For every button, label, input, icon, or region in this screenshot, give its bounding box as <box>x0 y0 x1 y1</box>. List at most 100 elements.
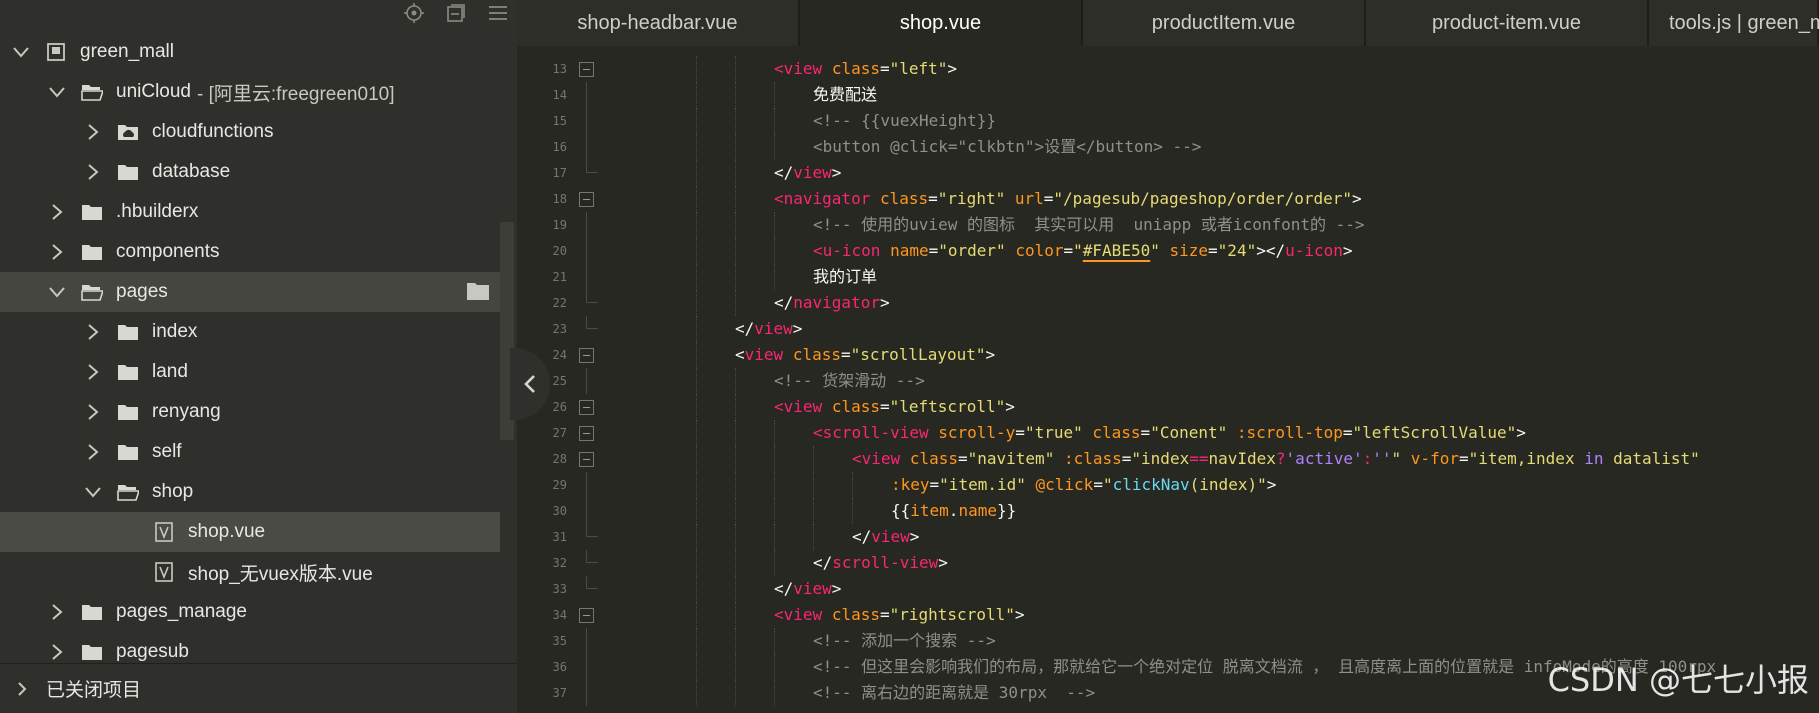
code-line[interactable]: 28 <view class="navitem" :class="index==n… <box>517 446 1819 472</box>
code-token: > <box>985 345 996 364</box>
indent-guide <box>774 238 775 264</box>
fold-toggle-icon[interactable] <box>579 192 594 207</box>
indent-guide <box>735 680 736 706</box>
code-line[interactable]: 26 <view class="leftscroll"> <box>517 394 1819 420</box>
tree-item[interactable]: components <box>0 232 500 272</box>
tree-item[interactable]: pages <box>0 272 500 312</box>
code-line[interactable]: 16 <button @click="clkbtn">设置</button> --… <box>517 134 1819 160</box>
code-line[interactable]: 23 </view> <box>517 316 1819 342</box>
chevron-right-icon[interactable] <box>46 641 68 663</box>
chevron-right-icon[interactable] <box>82 401 104 423</box>
code-line[interactable]: 27 <scroll-view scroll-y="true" class="Co… <box>517 420 1819 446</box>
editor-tab[interactable]: shop-headbar.vue <box>517 0 800 46</box>
chevron-down-icon[interactable] <box>82 481 104 503</box>
fold-toggle-icon[interactable] <box>579 348 594 363</box>
indent-guide <box>735 160 736 186</box>
fold-toggle-icon[interactable] <box>579 426 594 441</box>
indent-guide <box>696 524 697 550</box>
code-token: <u-icon <box>813 241 881 260</box>
code-line[interactable]: 29:key="item.id" @click="clickNav(index)… <box>517 472 1819 498</box>
indent-guide <box>774 498 775 524</box>
tree-item[interactable]: shop_无vuex版本.vue <box>0 552 500 592</box>
code-editor[interactable]: shop-headbar.vue shop.vue productItem.vue p… <box>517 0 1819 713</box>
editor-tab[interactable]: product-item.vue <box>1366 0 1649 46</box>
editor-tab[interactable]: shop.vue <box>800 0 1083 46</box>
folder-action-icon[interactable] <box>466 281 490 307</box>
locate-icon[interactable] <box>403 2 425 24</box>
code-line[interactable]: 32 </scroll-view> <box>517 550 1819 576</box>
tree-item[interactable]: uniCloud - [阿里云:freegreen010] <box>0 72 500 112</box>
tree-item[interactable]: green_mall <box>0 32 500 72</box>
code-line[interactable]: 19 <!-- 使用的uview 的图标 其实可以用 uniapp 或者iconf… <box>517 212 1819 238</box>
tree-item[interactable]: shop.vue <box>0 512 500 552</box>
code-token: = <box>1063 241 1074 260</box>
chevron-right-icon[interactable] <box>82 121 104 143</box>
code-line[interactable]: 31 </view> <box>517 524 1819 550</box>
chevron-right-icon[interactable] <box>82 321 104 343</box>
code-line[interactable]: 14 免费配送 <box>517 82 1819 108</box>
tree-item[interactable]: database <box>0 152 500 192</box>
line-number: 37 <box>552 686 567 700</box>
line-number: 20 <box>552 244 567 258</box>
code-line[interactable]: 15 <!-- {{vuexHeight}} <box>517 108 1819 134</box>
tree-item[interactable]: shop <box>0 472 500 512</box>
code-line[interactable]: 18 <navigator class="right" url="/pagesub… <box>517 186 1819 212</box>
code-token: </ <box>735 319 755 338</box>
tree-item[interactable]: pages_manage <box>0 592 500 632</box>
code-token: class <box>1092 423 1141 442</box>
code-token: = <box>879 59 890 78</box>
code-line[interactable]: 35 <!-- 添加一个搜索 --> <box>517 628 1819 654</box>
fold-toggle-icon[interactable] <box>579 400 594 415</box>
line-number: 17 <box>552 166 567 180</box>
tree-item[interactable]: cloudfunctions <box>0 112 500 152</box>
collapse-all-icon[interactable] <box>445 2 467 24</box>
code-line[interactable]: 33 </view> <box>517 576 1819 602</box>
fold-end-marker <box>586 290 598 303</box>
tree-item[interactable]: self <box>0 432 500 472</box>
chevron-down-icon[interactable] <box>46 81 68 103</box>
tree-item[interactable]: renyang <box>0 392 500 432</box>
indent-guide <box>774 82 775 108</box>
editor-tab-bar: shop-headbar.vue shop.vue productItem.vue p… <box>517 0 1819 46</box>
tree-item[interactable]: land <box>0 352 500 392</box>
code-line[interactable]: 25 <!-- 货架滑动 --> <box>517 368 1819 394</box>
code-token: scroll-y <box>938 423 1016 442</box>
menu-icon[interactable] <box>487 2 509 24</box>
code-area[interactable]: 13 <view class="left"> 14 免费配送 15 <!-- {{vuex… <box>517 56 1819 706</box>
indent-guide <box>696 654 697 680</box>
chevron-right-icon[interactable] <box>46 601 68 623</box>
fold-toggle-icon[interactable] <box>579 452 594 467</box>
chevron-right-icon[interactable] <box>82 361 104 383</box>
chevron-right-icon[interactable] <box>46 241 68 263</box>
code-line[interactable]: 22 </navigator> <box>517 290 1819 316</box>
folder-icon <box>116 441 140 463</box>
indent-guide <box>813 498 814 524</box>
code-line[interactable]: 21 我的订单 <box>517 264 1819 290</box>
code-line[interactable]: 17 </view> <box>517 160 1819 186</box>
indent-guide <box>852 498 853 524</box>
indent-guide <box>735 420 736 446</box>
editor-tab[interactable]: productItem.vue <box>1083 0 1366 46</box>
code-token: </ <box>774 579 794 598</box>
fold-toggle-icon[interactable] <box>579 62 594 77</box>
code-token: "/pagesub/pageshop/order/order" <box>1053 189 1353 208</box>
code-line[interactable]: 20 <u-icon name="order" color="#FABE50" s… <box>517 238 1819 264</box>
fold-toggle-icon[interactable] <box>579 608 594 623</box>
chevron-right-icon[interactable] <box>46 201 68 223</box>
code-line[interactable]: 34 <view class="rightscroll"> <box>517 602 1819 628</box>
editor-tab[interactable]: tools.js | green_m <box>1649 0 1819 46</box>
indent-guide <box>735 186 736 212</box>
closed-projects-section[interactable]: 已关闭项目 <box>0 663 517 713</box>
chevron-down-icon[interactable] <box>46 281 68 303</box>
code-line[interactable]: 24 <view class="scrollLayout"> <box>517 342 1819 368</box>
chevron-right-icon[interactable] <box>82 161 104 183</box>
chevron-down-icon[interactable] <box>10 41 32 63</box>
code-token: color <box>1015 241 1064 260</box>
chevron-right-icon[interactable] <box>82 441 104 463</box>
tree-item[interactable]: .hbuilderx <box>0 192 500 232</box>
tree-item[interactable]: index <box>0 312 500 352</box>
code-line[interactable]: 13 <view class="left"> <box>517 56 1819 82</box>
code-line[interactable]: 30 {{item.name}} <box>517 498 1819 524</box>
fold-guide <box>586 498 587 524</box>
